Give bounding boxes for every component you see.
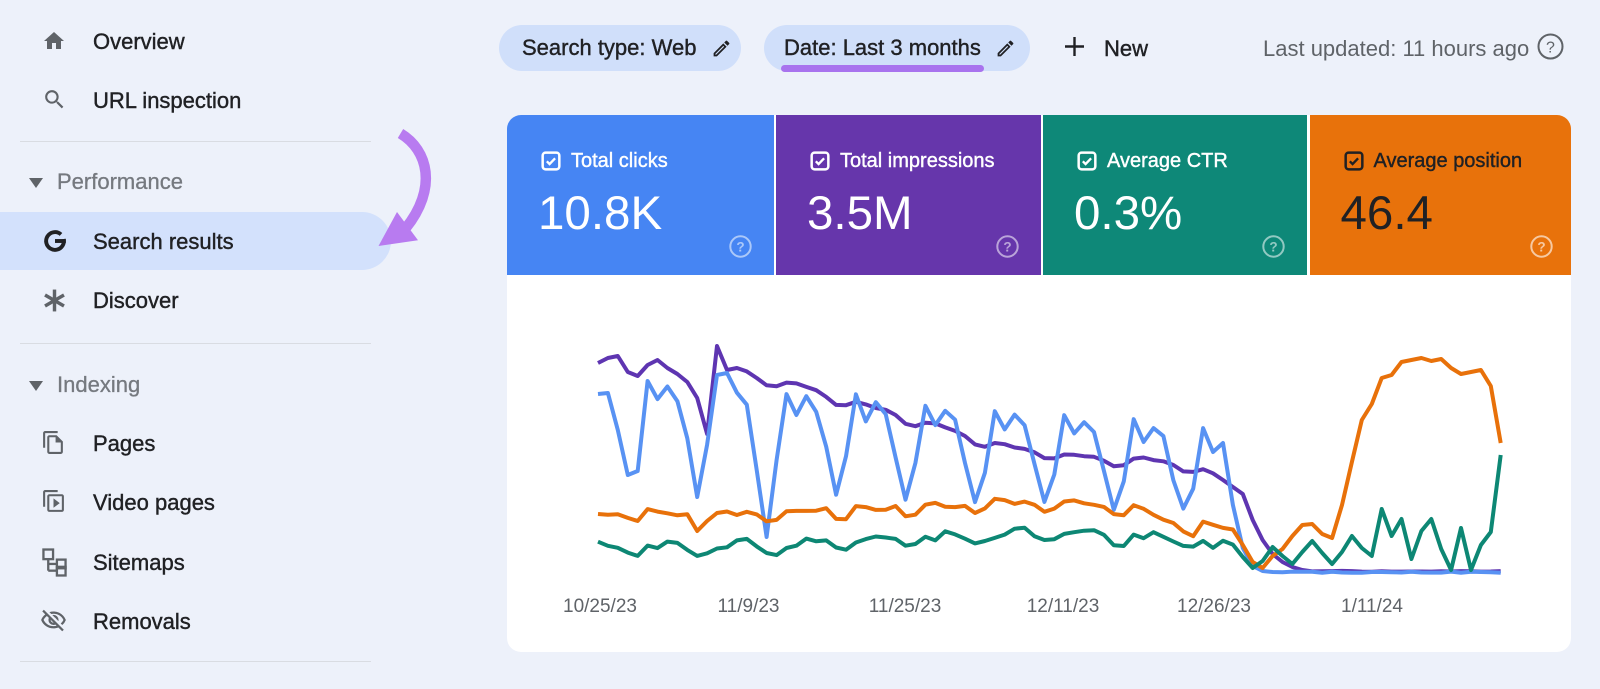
svg-text:?: ? — [1003, 240, 1011, 255]
svg-text:?: ? — [1269, 240, 1277, 255]
svg-text:?: ? — [736, 240, 744, 255]
svg-text:11/9/23: 11/9/23 — [718, 596, 780, 617]
svg-text:?: ? — [1537, 240, 1545, 255]
svg-text:11/25/23: 11/25/23 — [869, 596, 942, 617]
svg-text:?: ? — [1546, 39, 1555, 56]
svg-text:12/11/23: 12/11/23 — [1027, 596, 1100, 617]
svg-text:12/26/23: 12/26/23 — [1177, 596, 1251, 617]
svg-text:1/11/24: 1/11/24 — [1341, 596, 1403, 617]
svg-text:10/25/23: 10/25/23 — [563, 596, 637, 617]
